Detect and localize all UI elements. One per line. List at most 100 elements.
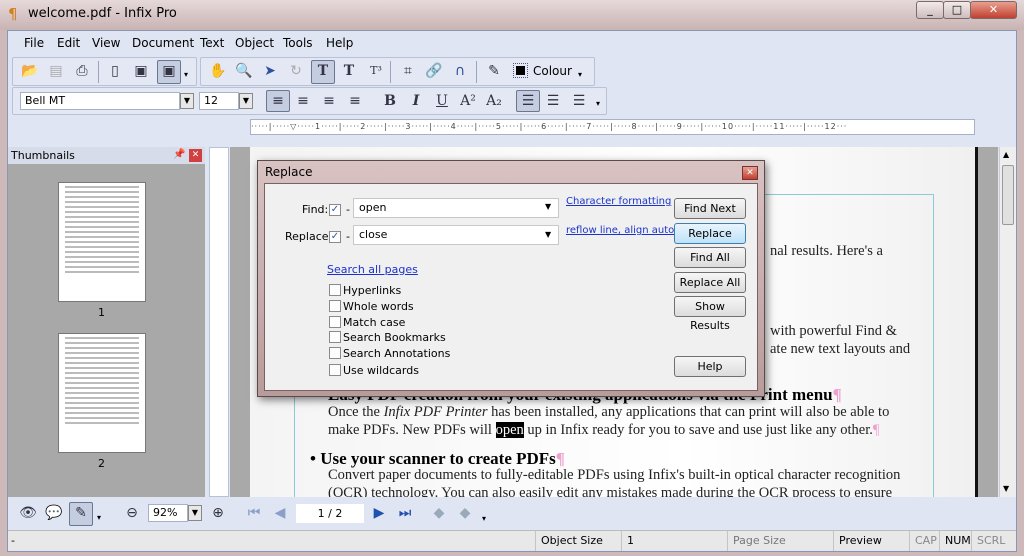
comment-icon[interactable]: 💬 — [44, 503, 64, 523]
chevron-down-icon[interactable]: ▾ — [97, 513, 101, 522]
hand-icon[interactable]: ✋ — [208, 61, 228, 81]
menu-edit[interactable]: Edit — [57, 36, 80, 50]
single-page-icon[interactable]: ▯ — [105, 61, 125, 81]
hyperlinks-checkbox[interactable] — [329, 284, 341, 296]
vertical-ruler[interactable] — [209, 147, 229, 497]
search-all-pages-link[interactable]: Search all pages — [327, 263, 418, 276]
replace-all-button[interactable]: Replace All — [674, 272, 746, 293]
zoom-in-icon[interactable]: ⊕ — [208, 503, 228, 523]
chevron-down-icon[interactable]: ▾ — [596, 99, 600, 108]
chevron-down-icon[interactable]: ▼ — [188, 505, 202, 521]
maximize-button[interactable]: □ — [943, 1, 971, 19]
bold-icon[interactable]: B — [380, 91, 400, 111]
italic-icon[interactable]: I — [406, 91, 426, 111]
rotate-icon[interactable]: ↻ — [286, 61, 306, 81]
numbering-icon[interactable]: T³ — [366, 61, 386, 81]
dialog-close-button[interactable]: ✕ — [742, 166, 758, 180]
zoom-select[interactable]: 92% — [148, 504, 188, 522]
thumbnail-page-1[interactable] — [58, 182, 146, 302]
chevron-down-icon[interactable]: ▼ — [239, 93, 253, 109]
text-line[interactable]: nal results. Here's a — [770, 243, 883, 260]
scrollbar-thumb[interactable] — [1002, 165, 1014, 225]
text-line[interactable]: ate new text layouts and — [770, 341, 910, 358]
chevron-down-icon[interactable]: ▼ — [180, 93, 194, 109]
menu-text[interactable]: Text — [200, 36, 224, 50]
save-icon[interactable]: ▤ — [46, 61, 66, 81]
match-case-checkbox[interactable] — [329, 316, 341, 328]
text-line[interactable]: Once the Infix PDF Printer has been inst… — [328, 404, 889, 421]
horizontal-ruler[interactable]: ·····|·····▽·····1·····|·····2·····|····… — [250, 119, 975, 135]
text-line[interactable]: make PDFs. New PDFs will open up in Infi… — [328, 422, 879, 439]
text-line[interactable]: with powerful Find & — [770, 323, 897, 340]
eye-icon[interactable]: 👁 — [18, 503, 38, 523]
fit-width-icon[interactable]: ▣ — [157, 60, 181, 84]
menu-help[interactable]: Help — [326, 36, 353, 50]
open-icon[interactable]: 📂 — [20, 61, 40, 81]
last-page-icon[interactable]: ⏭ — [395, 503, 415, 523]
minimize-button[interactable]: _ — [916, 1, 944, 19]
use-wildcards-checkbox[interactable] — [329, 364, 341, 376]
text-tool-icon[interactable]: T — [311, 60, 335, 84]
heading[interactable]: • Use your scanner to create PDFs¶ — [310, 449, 565, 469]
colour-label[interactable]: Colour — [533, 64, 572, 78]
scroll-down-icon[interactable]: ▼ — [1003, 484, 1009, 493]
justify-icon[interactable]: ≡ — [345, 91, 365, 111]
font-select[interactable]: Bell MT — [20, 92, 180, 110]
font-size-select[interactable]: 12 — [199, 92, 239, 110]
menu-object[interactable]: Object — [235, 36, 274, 50]
crop-icon[interactable]: ⌗ — [398, 61, 418, 81]
first-page-icon[interactable]: ⏮ — [244, 503, 264, 523]
underline-icon[interactable]: U — [432, 91, 452, 111]
next-page-icon[interactable]: ▶ — [369, 503, 389, 523]
page-number-input[interactable]: 1 / 2 — [296, 504, 364, 523]
chevron-down-icon[interactable]: ▾ — [184, 70, 188, 79]
scroll-up-icon[interactable]: ▲ — [1003, 150, 1009, 159]
zoom-out-icon[interactable]: ⊖ — [122, 503, 142, 523]
find-input[interactable]: open — [353, 198, 559, 218]
find-checkbox[interactable]: ✓ — [329, 204, 341, 216]
back-icon[interactable]: ◆ — [429, 503, 449, 523]
whole-words-checkbox[interactable] — [329, 300, 341, 312]
reflow-icon[interactable]: ∩ — [450, 61, 470, 81]
link-icon[interactable]: 🔗 — [424, 61, 444, 81]
line-spacing-medium-icon[interactable]: ☰ — [543, 91, 563, 111]
chevron-down-icon[interactable]: ▾ — [482, 514, 486, 523]
help-button[interactable]: Help — [674, 356, 746, 377]
menu-file[interactable]: File — [24, 36, 44, 50]
character-formatting-link[interactable]: Character formatting — [566, 196, 671, 207]
print-icon[interactable]: ⎙ — [72, 61, 92, 81]
previous-page-icon[interactable]: ◀ — [270, 503, 290, 523]
add-text-icon[interactable]: T — [339, 61, 359, 81]
close-button[interactable]: ✕ — [970, 1, 1017, 19]
chevron-down-icon[interactable]: ▼ — [545, 230, 551, 239]
forward-icon[interactable]: ◆ — [455, 503, 475, 523]
text-line[interactable]: (OCR) technology. You can also easily ed… — [328, 485, 892, 497]
search-bookmarks-checkbox[interactable] — [329, 331, 341, 343]
close-panel-icon[interactable]: ✕ — [189, 149, 202, 162]
fit-page-icon[interactable]: ▣ — [131, 61, 151, 81]
align-center-icon[interactable]: ≡ — [293, 91, 313, 111]
line-spacing-single-icon[interactable]: ☰ — [516, 90, 540, 112]
text-line[interactable]: Convert paper documents to fully-editabl… — [328, 467, 900, 484]
superscript-icon[interactable]: A² — [458, 91, 478, 111]
line-spacing-double-icon[interactable]: ☰ — [569, 91, 589, 111]
show-results-button[interactable]: Show Results — [674, 296, 746, 332]
align-right-icon[interactable]: ≡ — [319, 91, 339, 111]
chevron-down-icon[interactable]: ▾ — [578, 70, 582, 79]
replace-checkbox[interactable]: ✓ — [329, 231, 341, 243]
chevron-down-icon[interactable]: ▼ — [545, 202, 551, 211]
subscript-icon[interactable]: A₂ — [484, 91, 504, 111]
search-annotations-checkbox[interactable] — [329, 347, 341, 359]
menu-view[interactable]: View — [92, 36, 120, 50]
align-left-icon[interactable]: ≡ — [266, 90, 290, 112]
replace-input[interactable]: close — [353, 225, 559, 245]
zoom-icon[interactable]: 🔍 — [234, 61, 254, 81]
vertical-scrollbar[interactable]: ▲ ▼ — [999, 147, 1016, 497]
menu-document[interactable]: Document — [132, 36, 194, 50]
find-next-button[interactable]: Find Next — [674, 198, 746, 219]
thumbnail-page-2[interactable] — [58, 333, 146, 453]
find-all-button[interactable]: Find All — [674, 247, 746, 268]
pin-icon[interactable]: 📌 — [173, 149, 185, 160]
pointer-icon[interactable]: ➤ — [260, 61, 280, 81]
menu-tools[interactable]: Tools — [283, 36, 313, 50]
